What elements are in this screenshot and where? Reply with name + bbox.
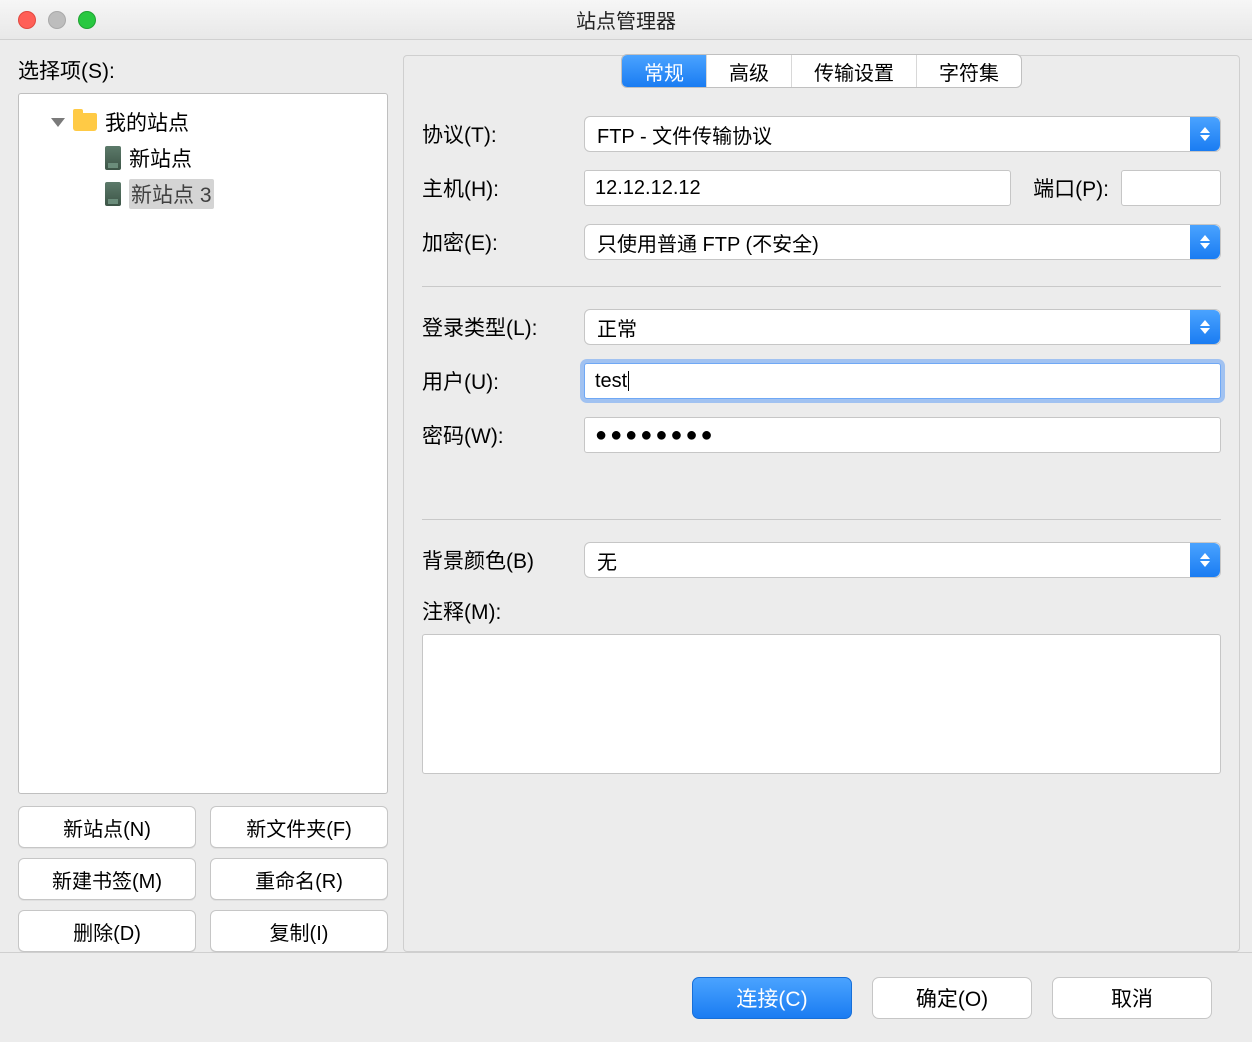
folder-icon [73, 113, 97, 131]
bottom-bar: 连接(C) 确定(O) 取消 [0, 952, 1252, 1042]
window-title: 站点管理器 [0, 5, 1252, 34]
new-bookmark-button[interactable]: 新建书签(M) [18, 858, 196, 900]
protocol-value: FTP - 文件传输协议 [597, 120, 772, 149]
bgcolor-select[interactable]: 无 [584, 542, 1221, 578]
password-label: 密码(W): [422, 420, 572, 450]
tab-bar: 常规 高级 传输设置 字符集 [621, 54, 1022, 88]
tree-item[interactable]: 新站点 3 [27, 176, 379, 212]
protocol-select[interactable]: FTP - 文件传输协议 [584, 116, 1221, 152]
host-input[interactable] [584, 170, 1011, 206]
tab-advanced[interactable]: 高级 [707, 55, 792, 87]
user-input[interactable]: test [584, 363, 1221, 399]
tab-transfer[interactable]: 传输设置 [792, 55, 917, 87]
host-label: 主机(H): [422, 173, 572, 203]
tree-root-label: 我的站点 [105, 107, 189, 137]
tree-item[interactable]: 新站点 [27, 140, 379, 176]
logon-type-label: 登录类型(L): [422, 312, 572, 342]
tree-item-label: 新站点 3 [129, 179, 214, 209]
right-panel: 常规 高级 传输设置 字符集 协议(T): FTP - 文件传输协议 主机(H)… [403, 55, 1240, 952]
comment-textarea[interactable] [422, 634, 1221, 774]
encryption-value: 只使用普通 FTP (不安全) [597, 228, 819, 257]
dropdown-arrows-icon [1190, 225, 1220, 259]
copy-button[interactable]: 复制(I) [210, 910, 388, 952]
tab-charset[interactable]: 字符集 [917, 55, 1021, 87]
encryption-select[interactable]: 只使用普通 FTP (不安全) [584, 224, 1221, 260]
text-cursor [628, 371, 629, 391]
logon-type-select[interactable]: 正常 [584, 309, 1221, 345]
server-icon [105, 146, 121, 170]
divider [422, 286, 1221, 287]
dropdown-arrows-icon [1190, 543, 1220, 577]
password-value: ●●●●●●●● [595, 424, 716, 447]
divider [422, 519, 1221, 520]
server-icon [105, 182, 121, 206]
comment-label: 注释(M): [422, 596, 572, 626]
cancel-button[interactable]: 取消 [1052, 977, 1212, 1019]
bgcolor-value: 无 [597, 546, 617, 575]
port-label: 端口(P): [1033, 173, 1109, 203]
encryption-label: 加密(E): [422, 227, 572, 257]
entries-label: 选择项(S): [18, 55, 388, 85]
new-site-button[interactable]: 新站点(N) [18, 806, 196, 848]
dropdown-arrows-icon [1190, 310, 1220, 344]
rename-button[interactable]: 重命名(R) [210, 858, 388, 900]
connect-button[interactable]: 连接(C) [692, 977, 852, 1019]
left-panel: 选择项(S): 我的站点 新站点 新站点 3 新站点(N) 新文件夹(F) 新建… [18, 55, 388, 952]
site-tree[interactable]: 我的站点 新站点 新站点 3 [18, 93, 388, 794]
port-input[interactable] [1121, 170, 1221, 206]
bgcolor-label: 背景颜色(B) [422, 545, 572, 575]
protocol-label: 协议(T): [422, 119, 572, 149]
ok-button[interactable]: 确定(O) [872, 977, 1032, 1019]
password-input[interactable]: ●●●●●●●● [584, 417, 1221, 453]
disclosure-icon[interactable] [51, 118, 65, 127]
tree-root[interactable]: 我的站点 [27, 104, 379, 140]
delete-button[interactable]: 删除(D) [18, 910, 196, 952]
titlebar: 站点管理器 [0, 0, 1252, 40]
user-label: 用户(U): [422, 366, 572, 396]
logon-type-value: 正常 [597, 313, 637, 342]
tree-item-label: 新站点 [129, 143, 192, 173]
user-value: test [595, 370, 627, 393]
tab-general[interactable]: 常规 [622, 55, 707, 87]
dropdown-arrows-icon [1190, 117, 1220, 151]
new-folder-button[interactable]: 新文件夹(F) [210, 806, 388, 848]
